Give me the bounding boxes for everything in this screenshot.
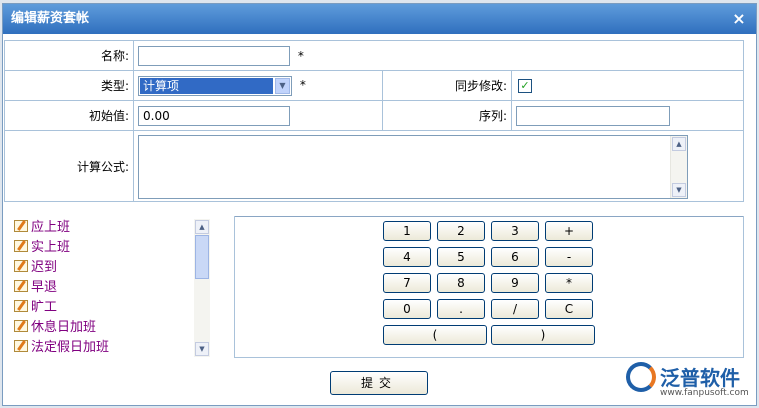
key-5[interactable]: 5 xyxy=(437,247,485,267)
key-dot[interactable]: . xyxy=(437,299,485,319)
close-icon[interactable]: × xyxy=(730,10,748,28)
key-4[interactable]: 4 xyxy=(383,247,431,267)
key-open-paren[interactable]: ( xyxy=(383,325,487,345)
scroll-down-icon[interactable]: ▼ xyxy=(672,183,686,197)
dialog-titlebar: 编辑薪资套帐 × xyxy=(3,4,756,34)
edit-pencil-icon xyxy=(14,280,28,292)
salary-item-form: 名称: * 类型: 计算项 ▼ * 同步修改: ✓ 初始值: 序列: 计算公式: xyxy=(4,40,744,202)
type-cell: 计算项 ▼ * xyxy=(133,70,383,101)
list-item-label: 应上班 xyxy=(31,220,71,235)
key-minus[interactable]: - xyxy=(545,247,593,267)
scroll-up-icon[interactable]: ▲ xyxy=(195,220,209,234)
logo-mark-icon xyxy=(626,362,656,392)
list-item-label: 迟到 xyxy=(31,260,58,275)
list-item-label: 早退 xyxy=(31,280,58,295)
required-mark: * xyxy=(297,48,304,63)
key-multiply[interactable]: * xyxy=(545,273,593,293)
key-9[interactable]: 9 xyxy=(491,273,539,293)
scrollbar-thumb[interactable] xyxy=(195,235,209,279)
submit-button[interactable]: 提交 xyxy=(330,371,428,395)
dialog-title: 编辑薪资套帐 xyxy=(11,11,90,26)
type-label: 类型: xyxy=(4,70,134,101)
order-cell xyxy=(511,100,744,131)
list-item-label: 法定假日加班 xyxy=(31,340,110,355)
name-label: 名称: xyxy=(4,40,134,71)
key-2[interactable]: 2 xyxy=(437,221,485,241)
edit-pencil-icon xyxy=(14,320,28,332)
key-0[interactable]: 0 xyxy=(383,299,431,319)
scroll-up-icon[interactable]: ▲ xyxy=(672,137,686,151)
list-item[interactable]: 应上班 xyxy=(14,218,210,238)
order-label: 序列: xyxy=(382,100,512,131)
scroll-down-icon[interactable]: ▼ xyxy=(195,342,209,356)
edit-pencil-icon xyxy=(14,240,28,252)
formula-textarea[interactable]: ▲ ▼ xyxy=(138,135,688,199)
chevron-down-icon[interactable]: ▼ xyxy=(275,77,290,94)
brand-url: www.fanpusoft.com xyxy=(660,388,749,398)
list-item[interactable]: 迟到 xyxy=(14,258,210,278)
edit-pencil-icon xyxy=(14,300,28,312)
required-mark: * xyxy=(299,78,306,92)
list-item[interactable]: 休息日加班 xyxy=(14,318,210,338)
list-item[interactable]: 法定假日加班 xyxy=(14,338,210,358)
edit-pencil-icon xyxy=(14,220,28,232)
key-8[interactable]: 8 xyxy=(437,273,485,293)
list-item[interactable]: 旷工 xyxy=(14,298,210,318)
key-7[interactable]: 7 xyxy=(383,273,431,293)
initial-value-input[interactable] xyxy=(138,105,290,126)
list-scrollbar[interactable]: ▲ ▼ xyxy=(194,219,210,357)
list-item[interactable]: 早退 xyxy=(14,278,210,298)
key-1[interactable]: 1 xyxy=(383,221,431,241)
edit-pencil-icon xyxy=(14,340,28,352)
key-6[interactable]: 6 xyxy=(491,247,539,267)
formula-label: 计算公式: xyxy=(4,130,134,202)
salary-item-list: 应上班 实上班 迟到 早退 旷工 休息日加班 法定假日加班 xyxy=(14,218,210,358)
initial-value-label: 初始值: xyxy=(4,100,134,131)
sync-label: 同步修改: xyxy=(382,70,512,101)
list-item[interactable]: 实上班 xyxy=(14,238,210,258)
key-3[interactable]: 3 xyxy=(491,221,539,241)
key-plus[interactable]: + xyxy=(545,221,593,241)
type-select[interactable]: 计算项 ▼ xyxy=(138,75,292,96)
key-divide[interactable]: / xyxy=(491,299,539,319)
initial-value-cell xyxy=(133,100,383,131)
name-cell: * xyxy=(133,40,744,71)
key-close-paren[interactable]: ) xyxy=(491,325,595,345)
list-item-label: 实上班 xyxy=(31,240,71,255)
list-item-label: 休息日加班 xyxy=(31,320,97,335)
sync-checkbox[interactable]: ✓ xyxy=(518,78,532,93)
type-selected-value: 计算项 xyxy=(140,77,273,94)
formula-cell: ▲ ▼ xyxy=(133,130,744,202)
edit-pencil-icon xyxy=(14,260,28,272)
formula-scrollbar[interactable]: ▲ ▼ xyxy=(670,136,687,198)
formula-keypad xyxy=(234,216,744,358)
order-input[interactable] xyxy=(516,105,670,126)
name-input[interactable] xyxy=(138,45,290,66)
list-item-label: 旷工 xyxy=(31,300,58,315)
sync-cell: ✓ xyxy=(511,70,744,101)
fanpu-logo: 泛普软件 www.fanpusoft.com xyxy=(624,360,754,404)
key-clear[interactable]: C xyxy=(545,299,593,319)
brand-name: 泛普软件 xyxy=(660,366,740,390)
